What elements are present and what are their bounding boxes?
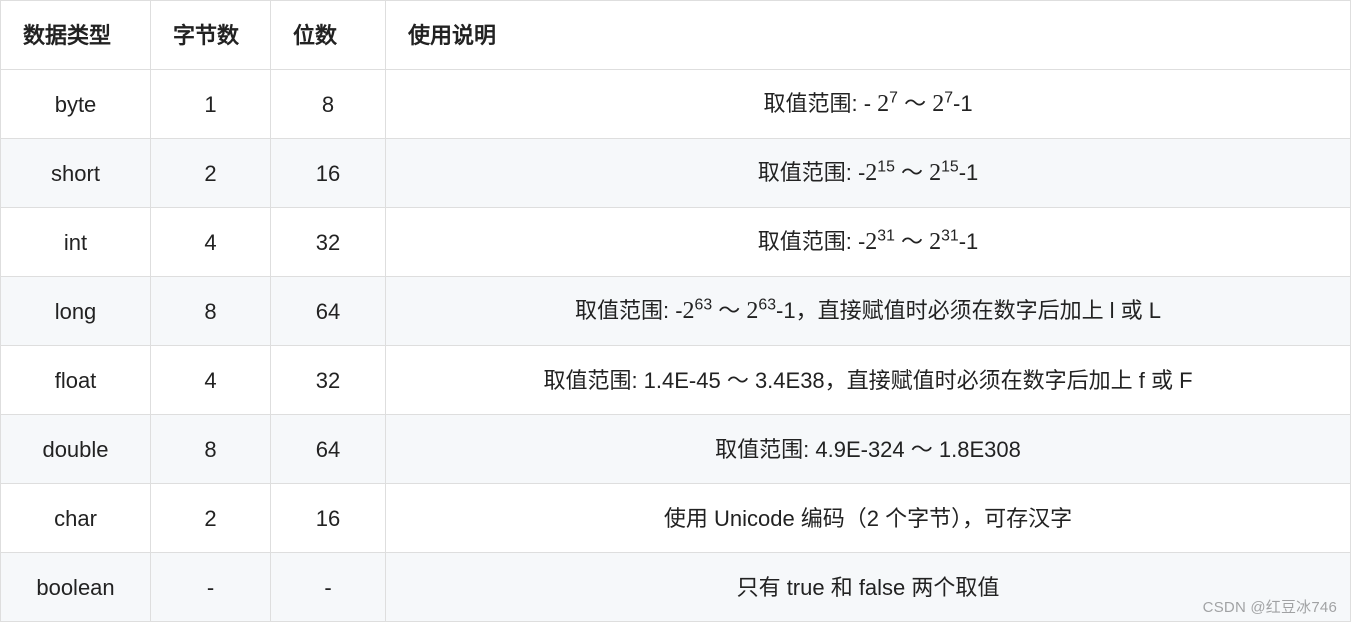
range-prefix-label: 取值范围: bbox=[763, 91, 857, 116]
cell-bytes: 8 bbox=[151, 277, 271, 346]
table-row: double864取值范围: 4.9E-324 ～ 1.8E308 bbox=[1, 415, 1351, 484]
cell-data-type: long bbox=[1, 277, 151, 346]
cell-bits: - bbox=[271, 553, 386, 622]
range-expression: 取值范围: -231 ～ 231-1 bbox=[758, 229, 979, 254]
range-lower: - 27 bbox=[864, 86, 898, 122]
table-row: float432取值范围: 1.4E-45 ～ 3.4E38，直接赋值时必须在数… bbox=[1, 346, 1351, 415]
cell-description: 取值范围: -231 ～ 231-1 bbox=[386, 208, 1351, 277]
cell-data-type: int bbox=[1, 208, 151, 277]
range-prefix-label: 取值范围: bbox=[575, 298, 669, 323]
range-lower: -215 bbox=[858, 155, 895, 191]
cell-bytes: 4 bbox=[151, 346, 271, 415]
range-separator: ～ bbox=[898, 91, 932, 116]
cell-data-type: short bbox=[1, 139, 151, 208]
table-row: short216 取值范围: -215 ～ 215-1 bbox=[1, 139, 1351, 208]
table-header-row: 数据类型 字节数 位数 使用说明 bbox=[1, 1, 1351, 70]
cell-description: 取值范围: 1.4E-45 ～ 3.4E38，直接赋值时必须在数字后加上 f 或… bbox=[386, 346, 1351, 415]
cell-description: 取值范围: -215 ～ 215-1 bbox=[386, 139, 1351, 208]
cell-description: 只有 true 和 false 两个取值 bbox=[386, 553, 1351, 622]
range-extra-note: ，直接赋值时必须在数字后加上 l 或 L bbox=[796, 298, 1161, 323]
cell-description: 取值范围: - 27 ～ 27-1 bbox=[386, 70, 1351, 139]
range-expression: 取值范围: -263 ～ 263-1，直接赋值时必须在数字后加上 l 或 L bbox=[575, 298, 1161, 323]
cell-description: 使用 Unicode 编码（2 个字节），可存汉字 bbox=[386, 484, 1351, 553]
cell-bits: 16 bbox=[271, 484, 386, 553]
cell-bytes: 8 bbox=[151, 415, 271, 484]
cell-bits: 16 bbox=[271, 139, 386, 208]
cell-bits: 32 bbox=[271, 346, 386, 415]
cell-bytes: 2 bbox=[151, 139, 271, 208]
cell-data-type: double bbox=[1, 415, 151, 484]
cell-data-type: boolean bbox=[1, 553, 151, 622]
range-separator: ～ bbox=[895, 160, 929, 185]
range-expression: 取值范围: - 27 ～ 27-1 bbox=[763, 91, 972, 116]
col-header-data-type: 数据类型 bbox=[1, 1, 151, 70]
data-types-table: 数据类型 字节数 位数 使用说明 byte18取值范围: - 27 ～ 27-1… bbox=[0, 0, 1351, 622]
cell-description: 取值范围: 4.9E-324 ～ 1.8E308 bbox=[386, 415, 1351, 484]
range-upper: 215-1 bbox=[929, 155, 978, 191]
table-row: char216使用 Unicode 编码（2 个字节），可存汉字 bbox=[1, 484, 1351, 553]
table-row: long864 取值范围: -263 ～ 263-1，直接赋值时必须在数字后加上 … bbox=[1, 277, 1351, 346]
range-upper: 27-1 bbox=[932, 86, 972, 122]
col-header-bytes: 字节数 bbox=[151, 1, 271, 70]
cell-description: 取值范围: -263 ～ 263-1，直接赋值时必须在数字后加上 l 或 L bbox=[386, 277, 1351, 346]
range-upper: 263-1 bbox=[746, 293, 795, 329]
range-expression: 取值范围: -215 ～ 215-1 bbox=[758, 160, 979, 185]
range-prefix-label: 取值范围: bbox=[758, 229, 852, 254]
cell-bits: 64 bbox=[271, 415, 386, 484]
table-row: int432 取值范围: -231 ～ 231-1 bbox=[1, 208, 1351, 277]
col-header-description: 使用说明 bbox=[386, 1, 1351, 70]
range-lower: -231 bbox=[858, 224, 895, 260]
range-lower: -263 bbox=[675, 293, 712, 329]
cell-data-type: char bbox=[1, 484, 151, 553]
cell-bits: 8 bbox=[271, 70, 386, 139]
cell-bytes: 2 bbox=[151, 484, 271, 553]
range-prefix-label: 取值范围: bbox=[758, 160, 852, 185]
table-row: boolean--只有 true 和 false 两个取值 bbox=[1, 553, 1351, 622]
cell-data-type: float bbox=[1, 346, 151, 415]
range-upper: 231-1 bbox=[929, 224, 978, 260]
cell-bytes: 4 bbox=[151, 208, 271, 277]
cell-bits: 32 bbox=[271, 208, 386, 277]
range-separator: ～ bbox=[895, 229, 929, 254]
range-separator: ～ bbox=[712, 298, 746, 323]
cell-bytes: - bbox=[151, 553, 271, 622]
table-row: byte18 取值范围: - 27 ～ 27-1 bbox=[1, 70, 1351, 139]
col-header-bits: 位数 bbox=[271, 1, 386, 70]
cell-bytes: 1 bbox=[151, 70, 271, 139]
cell-bits: 64 bbox=[271, 277, 386, 346]
cell-data-type: byte bbox=[1, 70, 151, 139]
